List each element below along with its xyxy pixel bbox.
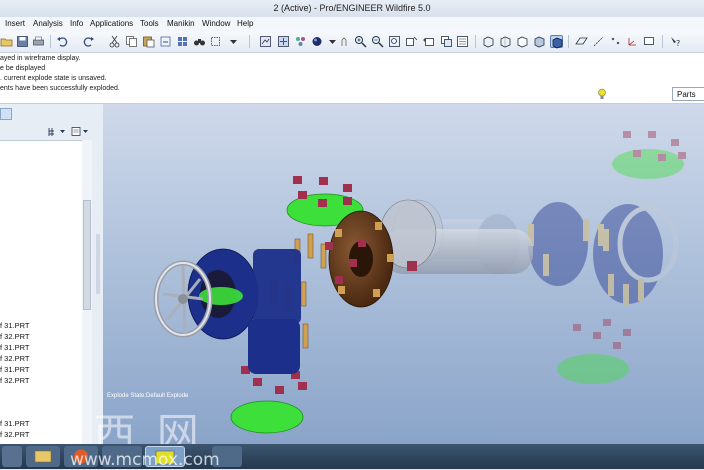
tree-item[interactable]: f 32.PRT bbox=[0, 430, 29, 439]
watermark-url: www.mcmox.com bbox=[70, 450, 220, 470]
spin-center-icon[interactable] bbox=[277, 35, 290, 48]
hidden-line-icon[interactable] bbox=[499, 35, 512, 48]
selection-filter-dropdown[interactable]: Parts bbox=[672, 87, 704, 101]
scrollbar-thumb[interactable] bbox=[83, 200, 91, 310]
zoom-out-icon[interactable] bbox=[371, 35, 384, 48]
panel-sash[interactable] bbox=[96, 234, 100, 294]
orient-icon[interactable] bbox=[294, 35, 307, 48]
show-menu-icon[interactable] bbox=[70, 126, 90, 137]
menu-applications[interactable]: Applications bbox=[90, 19, 133, 28]
toolbar-separator bbox=[50, 35, 51, 48]
tree-item[interactable]: f 32.PRT bbox=[0, 354, 29, 363]
toolbar-separator bbox=[475, 35, 476, 48]
lightbulb-icon bbox=[597, 88, 607, 100]
menu-help[interactable]: Help bbox=[237, 19, 253, 28]
save-icon[interactable] bbox=[16, 35, 29, 48]
cut-icon[interactable] bbox=[108, 35, 121, 48]
saved-views-icon[interactable] bbox=[422, 35, 435, 48]
view-manager-icon[interactable] bbox=[405, 35, 418, 48]
toolbar-separator bbox=[568, 35, 569, 48]
menu-analysis[interactable]: Analysis bbox=[33, 19, 63, 28]
message-line: e be displayed bbox=[0, 65, 46, 72]
whats-this-icon[interactable]: ? bbox=[669, 35, 682, 48]
tree-item[interactable]: f 32.PRT bbox=[0, 332, 29, 341]
datum-point-icon[interactable] bbox=[609, 35, 622, 48]
taskbar-explorer-icon[interactable] bbox=[26, 446, 60, 467]
tree-item[interactable]: f 32.PRT bbox=[0, 376, 29, 385]
dropdown-arrow-icon[interactable] bbox=[227, 35, 240, 48]
layers-icon[interactable] bbox=[440, 35, 453, 48]
window-title: 2 (Active) - Pro/ENGINEER Wildfire 5.0 bbox=[273, 3, 431, 13]
tree-scrollbar[interactable] bbox=[82, 140, 92, 444]
open-icon[interactable] bbox=[0, 35, 13, 48]
undo-icon[interactable] bbox=[56, 35, 69, 48]
bottom-gasket[interactable] bbox=[230, 400, 304, 434]
annotation-icon[interactable] bbox=[643, 35, 656, 48]
model-tree-settings-icon[interactable] bbox=[456, 35, 469, 48]
no-hidden-icon[interactable] bbox=[516, 35, 529, 48]
redo-icon[interactable] bbox=[82, 35, 95, 48]
datum-axis-icon[interactable] bbox=[592, 35, 605, 48]
datum-plane-icon[interactable] bbox=[575, 35, 588, 48]
zoom-in-icon[interactable] bbox=[354, 35, 367, 48]
wireframe-icon[interactable] bbox=[482, 35, 495, 48]
tree-item[interactable]: f 31.PRT bbox=[0, 321, 29, 330]
toolbar-separator bbox=[662, 35, 663, 48]
sphere-icon[interactable] bbox=[311, 35, 324, 48]
refit-icon[interactable] bbox=[388, 35, 401, 48]
explode-state-label: Explode State:Default Explode bbox=[107, 393, 189, 399]
tree-item[interactable]: f 31.PRT bbox=[0, 419, 29, 428]
shaded-icon[interactable] bbox=[533, 35, 546, 48]
tree-item[interactable]: f 31.PRT bbox=[0, 343, 29, 352]
model-tree-tab[interactable] bbox=[0, 108, 12, 120]
repaint-icon[interactable] bbox=[259, 35, 272, 48]
copy-icon[interactable] bbox=[125, 35, 138, 48]
enhanced-icon[interactable] bbox=[550, 35, 563, 49]
menu-info[interactable]: Info bbox=[70, 19, 83, 28]
handwheel[interactable] bbox=[153, 260, 213, 338]
menu-bar: Insert Analysis Info Applications Tools … bbox=[0, 17, 704, 32]
graphics-viewport[interactable]: Explode State:Default Explode bbox=[103, 104, 704, 444]
select-box-icon[interactable] bbox=[210, 35, 223, 48]
message-line: ents have been successfully exploded. bbox=[0, 85, 120, 92]
paste-icon[interactable] bbox=[142, 35, 155, 48]
main-toolbar: ? bbox=[0, 31, 704, 53]
message-line: ayed in wireframe display. bbox=[0, 55, 81, 62]
exploded-assembly-model bbox=[153, 131, 686, 434]
tree-item[interactable]: f 31.PRT bbox=[0, 365, 29, 374]
title-bar: 2 (Active) - Pro/ENGINEER Wildfire 5.0 bbox=[0, 0, 704, 18]
regenerate-icon[interactable] bbox=[159, 35, 172, 48]
menu-insert[interactable]: Insert bbox=[5, 19, 25, 28]
model-tree-panel: f 31.PRT f 32.PRT f 31.PRT f 32.PRT f 31… bbox=[0, 104, 104, 445]
csys-icon[interactable] bbox=[626, 35, 639, 48]
blue-body[interactable] bbox=[253, 249, 301, 324]
print-icon[interactable] bbox=[32, 35, 45, 48]
menu-tools[interactable]: Tools bbox=[140, 19, 159, 28]
blue-bonnet[interactable] bbox=[248, 319, 300, 374]
svg-text:?: ? bbox=[676, 39, 680, 48]
toolbar-separator bbox=[249, 35, 250, 48]
start-button[interactable] bbox=[2, 446, 22, 467]
pan-icon[interactable] bbox=[338, 35, 351, 48]
menu-manikin[interactable]: Manikin bbox=[167, 19, 195, 28]
tree-settings-icon[interactable] bbox=[46, 126, 66, 137]
menu-window[interactable]: Window bbox=[202, 19, 230, 28]
message-line: . current explode state is unsaved. bbox=[0, 75, 107, 82]
find-icon[interactable] bbox=[176, 35, 189, 48]
binoculars-icon[interactable] bbox=[193, 35, 206, 48]
system-tray[interactable] bbox=[638, 446, 698, 467]
